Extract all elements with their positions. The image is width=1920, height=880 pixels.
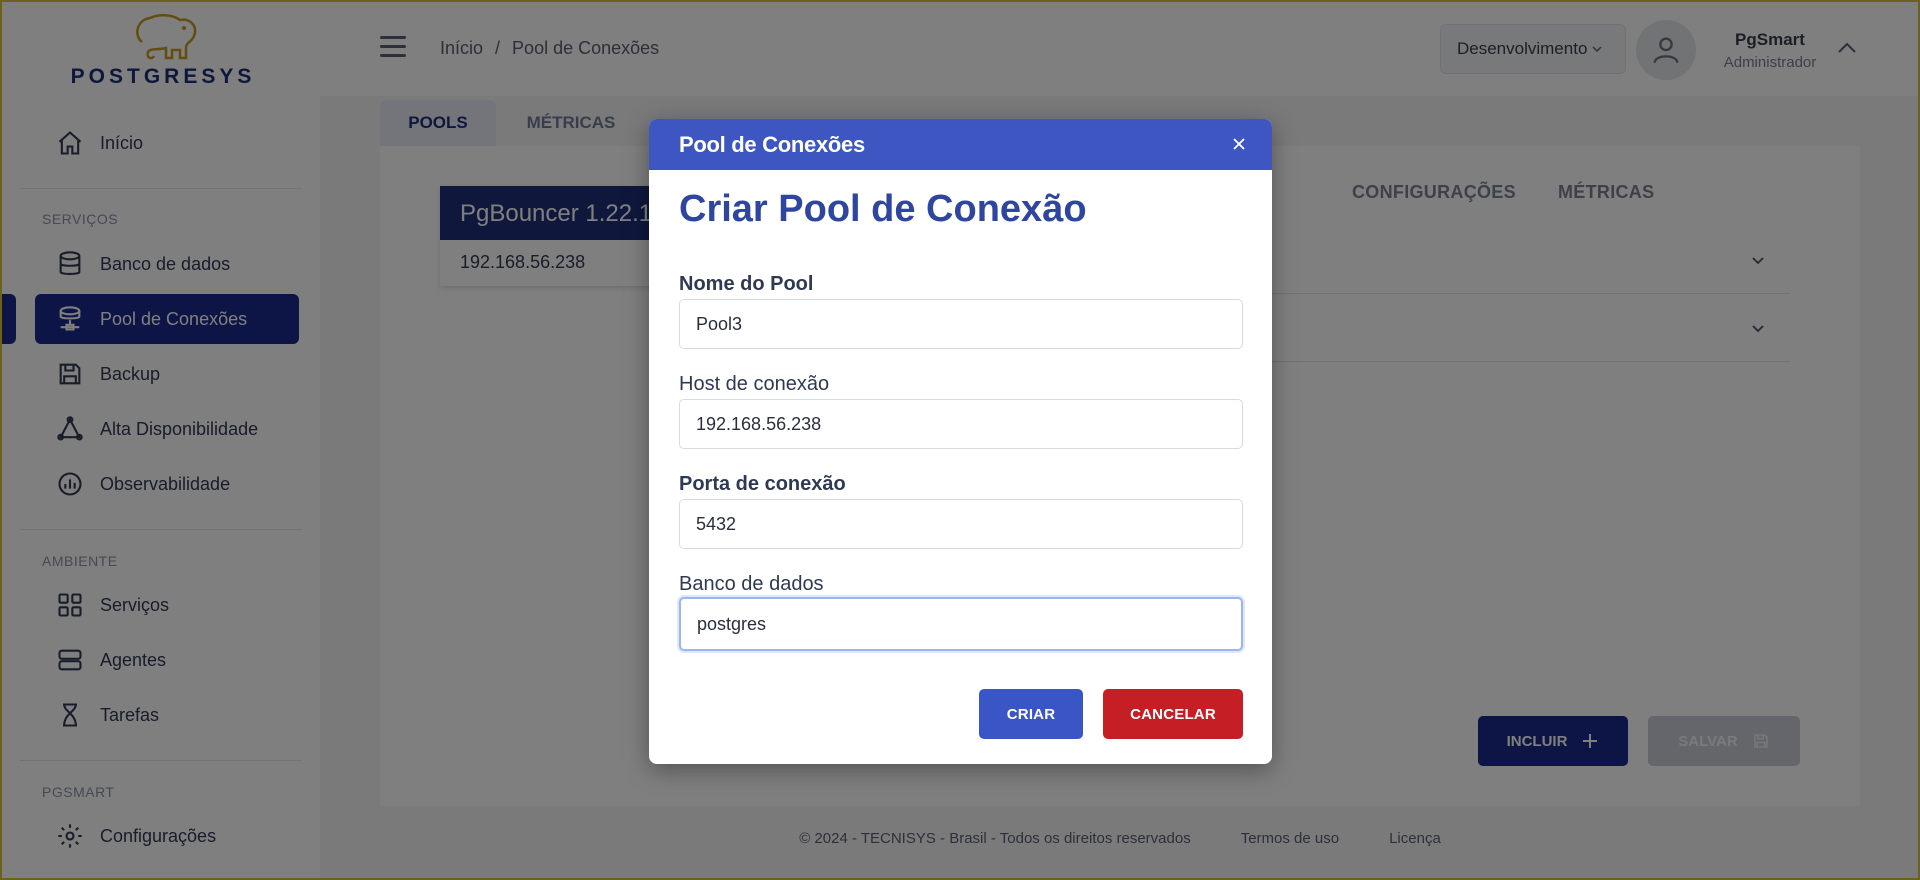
create-pool-modal: Pool de Conexões Criar Pool de Conexão N… <box>649 119 1272 764</box>
modal-header: Pool de Conexões <box>649 119 1272 170</box>
close-icon[interactable] <box>1228 133 1250 155</box>
modal-header-title: Pool de Conexões <box>679 131 865 157</box>
port-label: Porta de conexão <box>679 473 846 495</box>
pool-name-label: Nome do Pool <box>679 273 814 295</box>
host-input[interactable] <box>679 399 1243 449</box>
criar-button[interactable]: CRIAR <box>979 689 1083 739</box>
cancelar-button[interactable]: CANCELAR <box>1103 689 1243 739</box>
port-input[interactable] <box>679 499 1243 549</box>
database-label: Banco de dados <box>679 573 824 595</box>
pool-name-input[interactable] <box>679 299 1243 349</box>
modal-title: Criar Pool de Conexão <box>679 188 1087 230</box>
database-input[interactable] <box>679 597 1243 651</box>
host-label: Host de conexão <box>679 373 830 395</box>
